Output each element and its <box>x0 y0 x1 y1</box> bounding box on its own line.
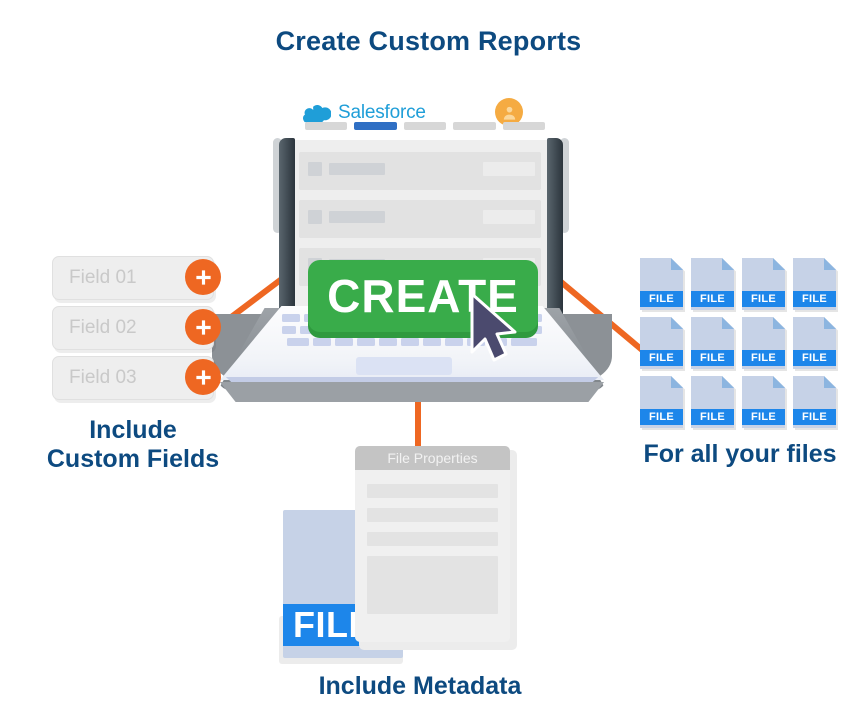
page-fold-icon <box>824 376 836 388</box>
page-fold-icon <box>722 258 734 270</box>
caption-include-metadata: Include Metadata <box>318 672 522 700</box>
file-icon: FILE <box>691 317 734 369</box>
page-fold-icon <box>671 376 683 388</box>
row-value-placeholder <box>483 162 535 176</box>
tab-4[interactable] <box>453 122 496 130</box>
page-fold-icon <box>773 258 785 270</box>
tab-5[interactable] <box>502 122 546 130</box>
custom-fields-group: Field 01 Field 02 Field 03 <box>52 256 232 408</box>
file-icon: FILE <box>640 317 683 369</box>
file-icon: FILE <box>793 376 836 428</box>
metadata-illustration: FILE File Properties <box>275 440 525 670</box>
page-fold-icon <box>722 376 734 388</box>
plus-icon <box>195 269 211 285</box>
plus-icon <box>195 319 211 335</box>
properties-row <box>367 484 498 498</box>
field-row: Field 01 <box>52 256 221 300</box>
file-grid: FILE FILE FILE FILE FILE FILE FILE FILE … <box>640 258 844 435</box>
tab-3[interactable] <box>403 122 447 130</box>
file-item[interactable]: FILE <box>640 376 691 435</box>
file-properties-panel: File Properties <box>355 446 510 642</box>
laptop-base-shadow <box>219 382 605 402</box>
row-label-placeholder <box>329 211 385 223</box>
add-field-button-2[interactable] <box>185 309 221 345</box>
salesforce-cloud-icon <box>303 104 331 123</box>
page-fold-icon <box>671 317 683 329</box>
file-item[interactable]: FILE <box>793 317 844 376</box>
file-item[interactable]: FILE <box>742 317 793 376</box>
tab-1[interactable] <box>305 122 348 130</box>
page-fold-icon <box>824 317 836 329</box>
properties-panel-title: File Properties <box>355 446 510 470</box>
properties-row <box>367 508 498 522</box>
file-icon: FILE <box>793 317 836 369</box>
file-icon: FILE <box>793 258 836 310</box>
file-icon: FILE <box>640 258 683 310</box>
file-item[interactable]: FILE <box>742 376 793 435</box>
row-checkbox-icon <box>308 210 322 224</box>
screen-list-row <box>299 152 541 190</box>
page-title: Create Custom Reports <box>275 26 582 56</box>
page-fold-icon <box>824 258 836 270</box>
caption-line-2: Custom Fields <box>46 445 220 473</box>
page-fold-icon <box>773 376 785 388</box>
plus-icon <box>195 369 211 385</box>
file-icon: FILE <box>640 376 683 428</box>
screen-list-row <box>299 200 541 238</box>
file-item[interactable]: FILE <box>793 258 844 317</box>
file-item[interactable]: FILE <box>691 317 742 376</box>
laptop-illustration: Salesforce CREATE <box>190 80 630 430</box>
salesforce-tab-bar <box>305 122 546 132</box>
file-item[interactable]: FILE <box>691 258 742 317</box>
tab-2-active[interactable] <box>354 122 397 130</box>
file-item[interactable]: FILE <box>742 258 793 317</box>
salesforce-brand: Salesforce <box>303 102 426 124</box>
file-icon: FILE <box>691 258 734 310</box>
caption-line-1: Include <box>89 416 177 444</box>
row-checkbox-icon <box>308 162 322 176</box>
field-row: Field 03 <box>52 356 221 400</box>
file-item[interactable]: FILE <box>640 258 691 317</box>
file-icon: FILE <box>691 376 734 428</box>
row-value-placeholder <box>483 210 535 224</box>
field-label: Field 03 <box>69 367 137 388</box>
properties-row-large <box>367 556 498 614</box>
caption-include-custom-fields: Include Custom Fields <box>8 416 258 474</box>
field-row: Field 02 <box>52 306 221 350</box>
add-field-button-3[interactable] <box>185 359 221 395</box>
row-label-placeholder <box>329 163 385 175</box>
properties-panel-title-label: File Properties <box>387 450 478 466</box>
salesforce-wordmark: Salesforce <box>338 102 426 123</box>
file-icon: FILE <box>742 376 785 428</box>
mouse-pointer-icon <box>470 292 517 362</box>
file-item[interactable]: FILE <box>691 376 742 435</box>
infographic-canvas: Create Custom Reports Salesforce CREATE … <box>0 0 857 723</box>
properties-row <box>367 532 498 546</box>
add-field-button-1[interactable] <box>185 259 221 295</box>
file-icon: FILE <box>742 258 785 310</box>
file-icon: FILE <box>742 317 785 369</box>
file-item[interactable]: FILE <box>640 317 691 376</box>
file-item[interactable]: FILE <box>793 376 844 435</box>
laptop-trackpad <box>356 357 452 375</box>
page-fold-icon <box>773 317 785 329</box>
field-label: Field 02 <box>69 317 137 338</box>
field-label: Field 01 <box>69 267 137 288</box>
page-fold-icon <box>671 258 683 270</box>
page-fold-icon <box>722 317 734 329</box>
caption-for-all-your-files: For all your files <box>643 440 837 468</box>
user-avatar-icon <box>503 106 515 120</box>
